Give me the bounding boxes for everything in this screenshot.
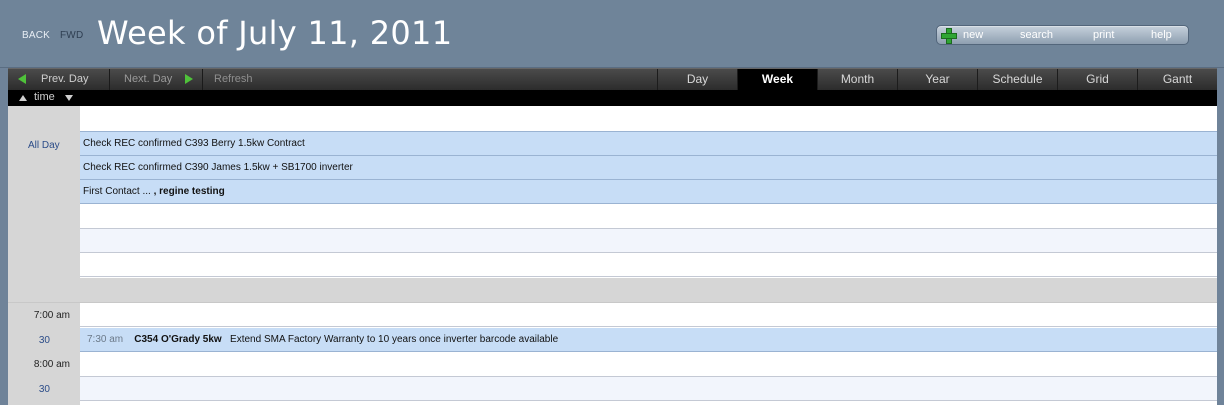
tab-day[interactable]: Day xyxy=(657,69,737,90)
navigation-bar: Prev. Day Next. Day Refresh Day Week Mon… xyxy=(8,68,1217,90)
event-content: 7:30 am C354 O'Grady 5kw Extend SMA Fact… xyxy=(87,334,558,345)
search-button[interactable]: search xyxy=(1020,29,1053,41)
event-title: C354 O'Grady 5kw xyxy=(134,334,222,345)
calendar-row[interactable] xyxy=(80,353,1217,377)
calendar-row[interactable] xyxy=(80,229,1217,253)
calendar-row[interactable] xyxy=(80,401,1217,405)
action-toolbar: new search print help xyxy=(936,25,1189,45)
tab-gantt[interactable]: Gantt xyxy=(1137,69,1217,90)
print-button[interactable]: print xyxy=(1093,29,1114,41)
event-time: 7:30 am xyxy=(87,334,124,345)
sort-descending-icon[interactable] xyxy=(65,95,73,101)
new-button[interactable]: new xyxy=(963,29,983,41)
header: BACK FWD Week of July 11, 2011 new searc… xyxy=(0,0,1224,68)
next-day-button[interactable]: Next. Day xyxy=(124,73,172,85)
calendar-row[interactable] xyxy=(80,205,1217,229)
event-description: Extend SMA Factory Warranty to 10 years … xyxy=(230,334,559,345)
time-label-730: 30 xyxy=(38,335,50,346)
calendar-app: BACK FWD Week of July 11, 2011 new searc… xyxy=(0,0,1224,405)
event-title: First Contact ... , regine testing xyxy=(83,186,225,197)
arrow-right-icon[interactable] xyxy=(185,74,193,84)
nav-divider xyxy=(202,69,203,90)
calendar-row[interactable] xyxy=(80,377,1217,401)
event-title-bold: , regine testing xyxy=(153,186,225,197)
tab-week[interactable]: Week xyxy=(737,69,817,90)
forward-button[interactable]: FWD xyxy=(60,30,83,41)
event-title-text: First Contact ... xyxy=(83,186,154,197)
section-gap xyxy=(8,278,1217,303)
tab-month[interactable]: Month xyxy=(817,69,897,90)
tab-grid[interactable]: Grid xyxy=(1057,69,1137,90)
sort-bar: time xyxy=(8,90,1217,106)
all-day-event[interactable]: Check REC confirmed C393 Berry 1.5kw Con… xyxy=(80,132,1217,156)
sort-ascending-icon[interactable] xyxy=(19,95,27,101)
arrow-left-icon[interactable] xyxy=(18,74,26,84)
prev-day-button[interactable]: Prev. Day xyxy=(41,73,88,85)
all-day-label: All Day xyxy=(28,140,60,151)
all-day-event[interactable]: First Contact ... , regine testing xyxy=(80,180,1217,204)
all-day-event[interactable]: Check REC confirmed C390 James 1.5kw + S… xyxy=(80,156,1217,180)
time-label-830: 30 xyxy=(38,384,50,395)
tab-year[interactable]: Year xyxy=(897,69,977,90)
event-title: Check REC confirmed C390 James 1.5kw + S… xyxy=(83,162,353,173)
calendar-row[interactable] xyxy=(80,253,1217,277)
back-button[interactable]: BACK xyxy=(22,30,50,41)
calendar-row[interactable] xyxy=(80,303,1217,327)
tab-schedule[interactable]: Schedule xyxy=(977,69,1057,90)
time-label-800: 8:00 am xyxy=(33,359,70,370)
week-grid: All Day Check REC confirmed C393 Berry 1… xyxy=(8,106,1217,405)
time-label-700: 7:00 am xyxy=(33,310,70,321)
sort-label: time xyxy=(34,91,55,103)
refresh-button[interactable]: Refresh xyxy=(214,73,253,85)
help-button[interactable]: help xyxy=(1151,29,1172,41)
timed-event[interactable]: 7:30 am C354 O'Grady 5kw Extend SMA Fact… xyxy=(80,328,1217,352)
nav-divider xyxy=(109,69,110,90)
event-title: Check REC confirmed C393 Berry 1.5kw Con… xyxy=(83,138,305,149)
calendar-row[interactable] xyxy=(80,106,1217,132)
page-title: Week of July 11, 2011 xyxy=(97,14,453,52)
plus-icon[interactable] xyxy=(941,28,957,44)
